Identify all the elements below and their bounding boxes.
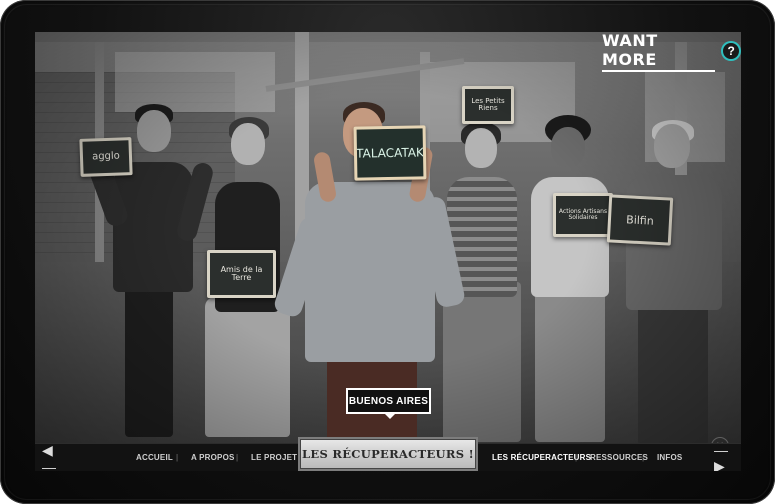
location-label: BUENOS AIRES [348,395,429,407]
help-icon[interactable]: ? [721,41,741,61]
sign-text: Les Petits Riens [471,97,505,112]
sign-person-4: Les Petits Riens [462,86,514,124]
tag-pointer-icon [384,413,396,419]
tablet-frame: agglo Amis de la Terre Les Petits Riens [0,0,775,504]
want-more-link[interactable]: WANT MORE ? [602,32,741,72]
sign-person-3: TALACATAK [353,125,427,181]
location-tag[interactable]: BUENOS AIRES [346,388,431,419]
nav-infos[interactable]: INFOS [657,453,682,462]
nav-a-propos[interactable]: A PROPOS [191,453,235,462]
sign-text: Bilfin [625,212,655,228]
sign-text: Amis de la Terre [220,265,263,282]
nav-le-projet[interactable]: LE PROJET [251,453,297,462]
nav-divider: | [236,453,239,462]
nav-divider: | [176,453,179,462]
nav-divider: | [642,453,645,462]
person-5 [515,115,625,447]
sign-text: agglo [91,150,121,163]
sign-text: TALACATAK [356,145,424,161]
section-title: LES RÉCUPERACTEURS ! [302,447,474,461]
want-more-label: WANT MORE [602,32,716,72]
arrow-left-icon[interactable]: ◀— [42,442,62,472]
screen: agglo Amis de la Terre Les Petits Riens [35,32,741,471]
nav-ressources[interactable]: RESSOURCES [590,453,648,462]
nav-divider: | [575,453,578,462]
sign-person-5: Actions Artisans Solidaires [553,193,613,237]
sign-person-6: Bilfin [606,194,674,246]
sign-person-2: Amis de la Terre [207,250,276,298]
person-6 [610,120,730,450]
section-title-plate[interactable]: LES RÉCUPERACTEURS ! [298,437,478,471]
arrow-right-icon[interactable]: —▶ [714,442,734,472]
nav-accueil[interactable]: ACCUEIL [136,453,173,462]
sign-text: Actions Artisans Solidaires [558,208,608,221]
sign-person-1: agglo [79,137,133,177]
